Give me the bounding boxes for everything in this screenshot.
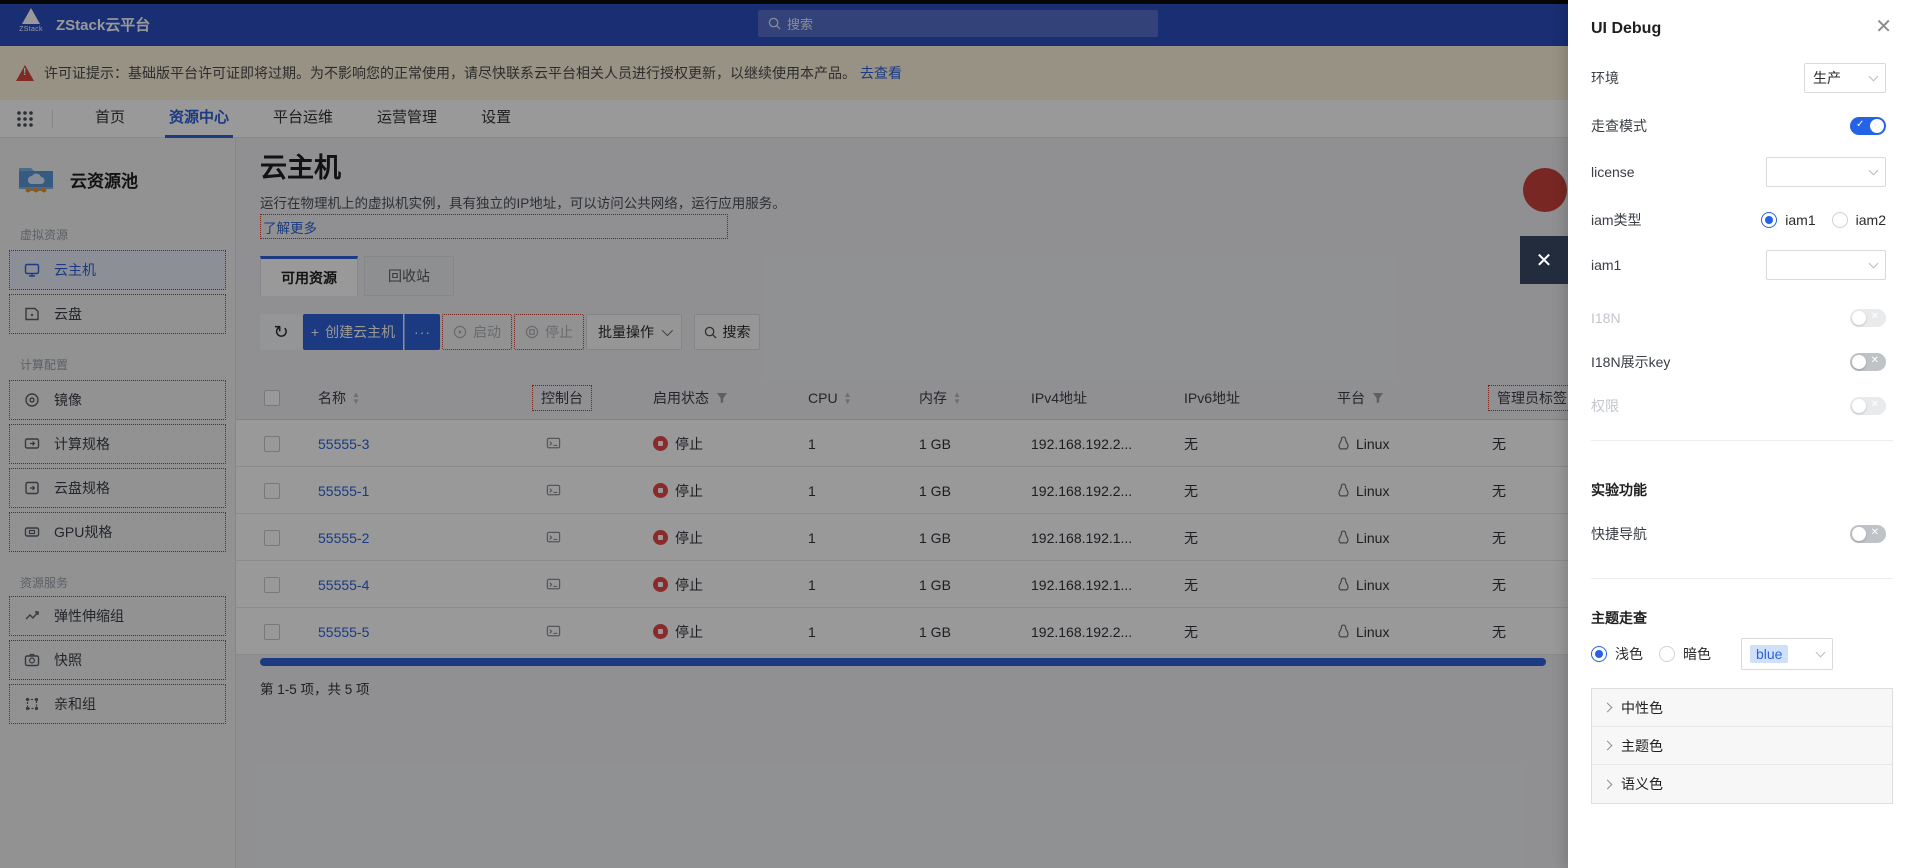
chevron-down-icon [1815,647,1826,658]
theme-light-radio[interactable] [1591,646,1607,662]
zstack-app: ZStack ZStack云平台 搜索 许可证提示：基础版平台许可证即将过期。为… [0,0,1916,868]
theme-dark-label: 暗色 [1683,646,1711,662]
theme-section-title: 主题走查 [1591,610,1647,626]
color-group-semantic[interactable]: 语义色 [1592,765,1892,803]
theme-light-label: 浅色 [1615,646,1643,662]
drawer-title: UI Debug [1591,20,1662,37]
theme-color-select[interactable]: blue [1741,638,1833,670]
env-select[interactable]: 生产 [1804,63,1886,93]
quick-nav-label: 快捷导航 [1591,526,1647,542]
iam1-option-label: iam1 [1785,212,1816,228]
chevron-down-icon [1868,71,1879,82]
close-icon: ✕ [1535,249,1553,272]
perm-label: 权限 [1591,398,1619,414]
color-group-neutral[interactable]: 中性色 [1592,689,1892,727]
chevron-down-icon [1868,165,1879,176]
i18n-key-toggle[interactable]: ✕ [1850,353,1886,371]
chevron-right-icon [1602,702,1613,713]
perm-toggle[interactable]: ✕ [1850,397,1886,415]
iam1-radio[interactable] [1761,212,1778,228]
iam2-radio[interactable] [1831,212,1848,228]
experimental-section-title: 实验功能 [1591,482,1647,498]
color-group-list: 中性色 主题色 语义色 [1591,688,1893,804]
theme-dark-radio[interactable] [1659,646,1675,662]
close-icon[interactable]: ✕ [1875,14,1892,39]
iam1-label: iam1 [1591,257,1622,273]
chevron-right-icon [1602,779,1613,789]
divider [1591,578,1893,579]
walkthrough-toggle[interactable]: ✓ [1850,117,1886,135]
i18n-toggle[interactable]: ✕ [1850,309,1886,327]
walkthrough-label: 走查模式 [1591,118,1647,134]
quick-nav-toggle[interactable]: ✕ [1850,525,1886,543]
iam2-option-label: iam2 [1855,212,1886,228]
chevron-down-icon [1868,258,1879,269]
iam1-select[interactable] [1766,250,1886,280]
license-select[interactable] [1766,157,1886,187]
divider [1591,440,1893,441]
drawer-mask[interactable] [0,0,1568,868]
drawer-close-handle[interactable]: ✕ [1520,236,1568,284]
chevron-right-icon [1602,740,1613,751]
iam-type-label: iam类型 [1591,212,1642,228]
env-label: 环境 [1591,70,1619,86]
i18n-label: I18N [1591,310,1621,326]
i18n-key-label: I18N展示key [1591,354,1671,370]
color-group-theme[interactable]: 主题色 [1592,727,1892,765]
ui-debug-drawer: UI Debug ✕ 环境 生产 走查模式 ✓ license iam类型 ia… [1568,0,1916,868]
license-label: license [1591,164,1635,180]
